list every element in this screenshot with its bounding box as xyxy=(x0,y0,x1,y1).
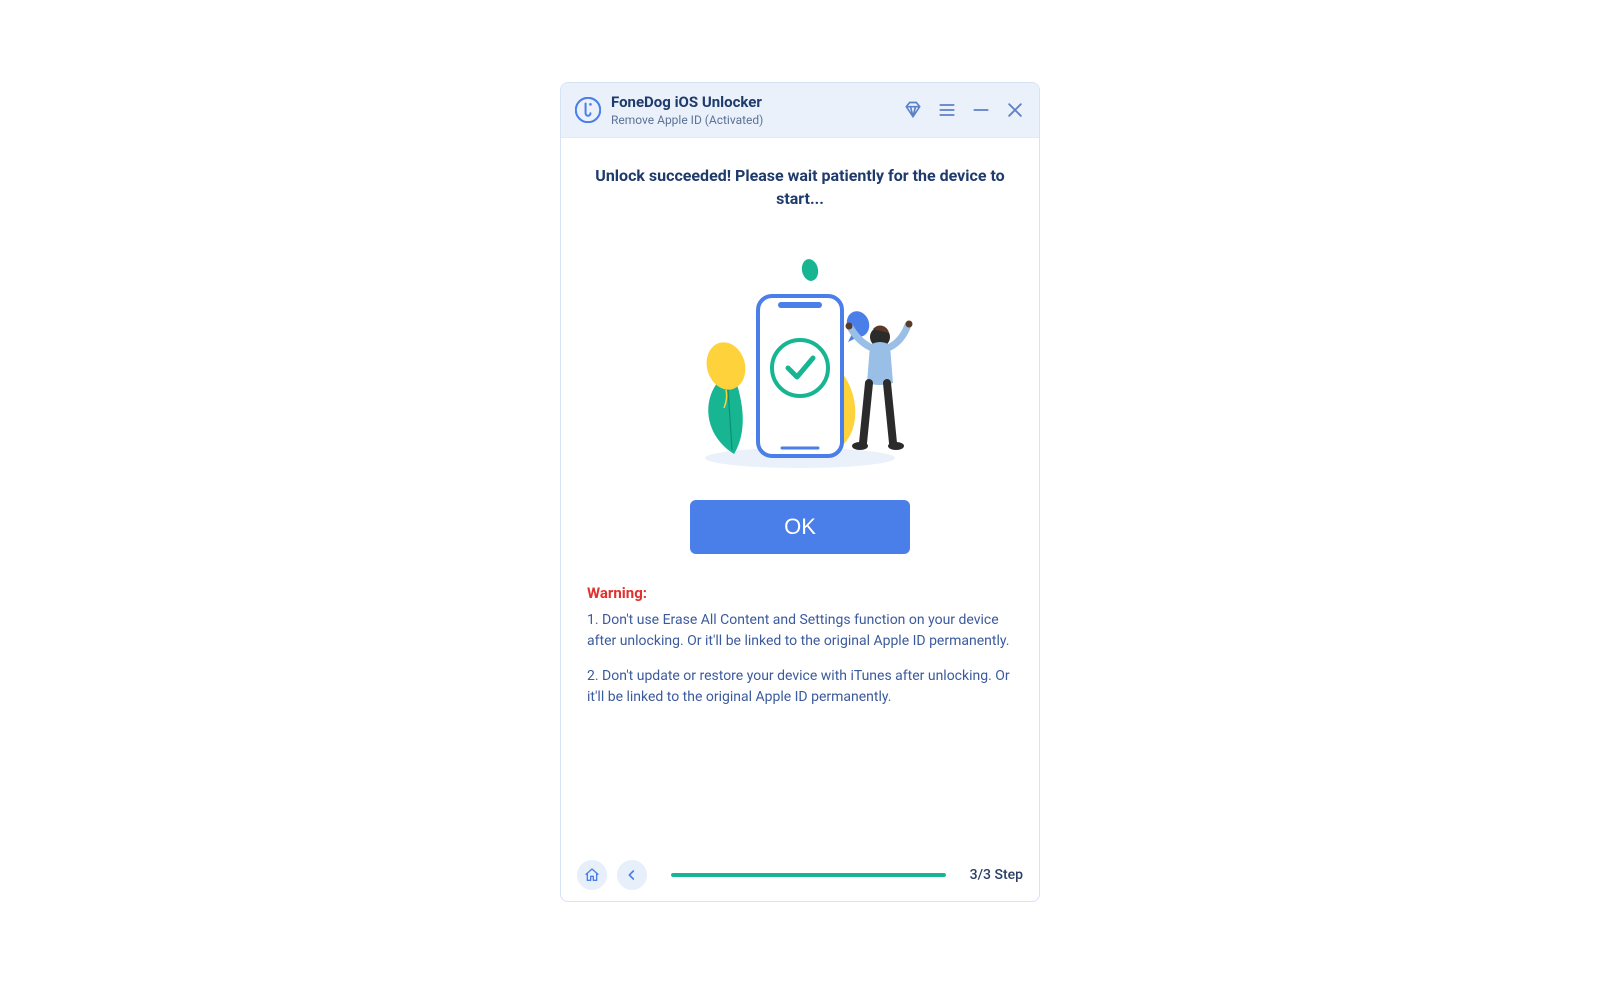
app-logo-icon xyxy=(575,97,601,123)
step-label: 3/3 Step xyxy=(970,867,1023,883)
back-button[interactable] xyxy=(617,860,647,890)
progress-fill xyxy=(671,873,946,877)
titlebar: FoneDog iOS Unlocker Remove Apple ID (Ac… xyxy=(561,83,1039,138)
main-content: Unlock succeeded! Please wait patiently … xyxy=(561,138,1039,849)
warning-heading: Warning: xyxy=(587,584,1013,602)
home-button[interactable] xyxy=(577,860,607,890)
diamond-icon[interactable] xyxy=(903,100,923,120)
menu-icon[interactable] xyxy=(937,100,957,120)
app-title: FoneDog iOS Unlocker xyxy=(611,93,893,111)
warning-block: Warning: 1. Don't use Erase All Content … xyxy=(583,584,1017,722)
close-icon[interactable] xyxy=(1005,100,1025,120)
app-window: FoneDog iOS Unlocker Remove Apple ID (Ac… xyxy=(560,82,1040,902)
progress-bar xyxy=(671,873,946,877)
app-subtitle: Remove Apple ID (Activated) xyxy=(611,113,893,127)
title-text-group: FoneDog iOS Unlocker Remove Apple ID (Ac… xyxy=(611,93,893,127)
warning-text-2: 2. Don't update or restore your device w… xyxy=(587,666,1013,708)
warning-text-1: 1. Don't use Erase All Content and Setti… xyxy=(587,610,1013,652)
ok-button[interactable]: OK xyxy=(690,500,910,554)
titlebar-actions xyxy=(903,100,1025,120)
headline: Unlock succeeded! Please wait patiently … xyxy=(583,164,1017,210)
success-illustration xyxy=(670,228,930,478)
minimize-icon[interactable] xyxy=(971,100,991,120)
footer: 3/3 Step xyxy=(561,849,1039,901)
